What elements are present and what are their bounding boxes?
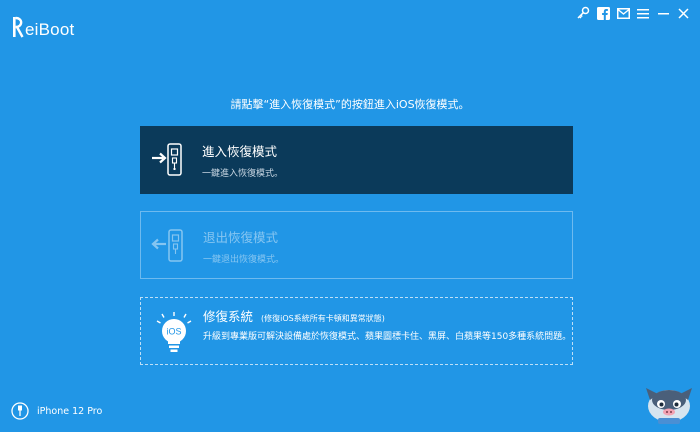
app-logo: eiBoot (12, 16, 74, 38)
reiboot-logo-icon (13, 16, 24, 38)
enter-recovery-mode-button[interactable]: 進入恢復模式 一鍵進入恢復模式。 (140, 126, 573, 194)
repair-system-description: 升級到專業版可解決設備處於恢復模式、蘋果圖標卡住、黑屏、白蘋果等150多種系統問… (203, 332, 572, 342)
exit-recovery-title: 退出恢復模式 (203, 230, 279, 245)
phone-enter-icon (150, 142, 186, 180)
enter-recovery-title: 進入恢復模式 (202, 144, 278, 159)
instruction-text: 請點擊“進入恢復模式”的按鈕進入iOS恢復模式。 (230, 98, 470, 111)
key-icon[interactable] (576, 6, 590, 20)
close-icon[interactable] (676, 6, 690, 20)
mascot-watermark-icon (646, 388, 692, 424)
ios-bulb-icon: iOS (153, 310, 195, 356)
usb-plug-icon (11, 402, 29, 420)
device-name: iPhone 12 Pro (37, 405, 103, 417)
facebook-icon[interactable] (596, 6, 610, 20)
svg-text:iOS: iOS (166, 327, 181, 337)
enter-recovery-description: 一鍵進入恢復模式。 (202, 169, 284, 179)
minimize-icon[interactable] (656, 6, 670, 20)
phone-exit-icon (151, 228, 187, 266)
exit-recovery-description: 一鍵退出恢復模式。 (203, 255, 285, 265)
repair-system-title: 修復系統 (203, 309, 254, 324)
repair-system-subtitle: (修復iOS系統所有卡頓和異常狀態) (261, 314, 385, 323)
repair-system-button[interactable]: iOS 修復系統 (修復iOS系統所有卡頓和異常狀態) 升級到專業版可解決設備處於… (140, 297, 573, 365)
mail-icon[interactable] (616, 6, 630, 20)
titlebar-controls (576, 6, 690, 20)
repair-system-title-row: 修復系統 (修復iOS系統所有卡頓和異常狀態) (203, 306, 385, 325)
exit-recovery-mode-button: 退出恢復模式 一鍵退出恢復模式。 (140, 211, 573, 279)
connected-device: iPhone 12 Pro (11, 402, 102, 420)
app-title: eiBoot (25, 20, 75, 39)
menu-icon[interactable] (636, 6, 650, 20)
